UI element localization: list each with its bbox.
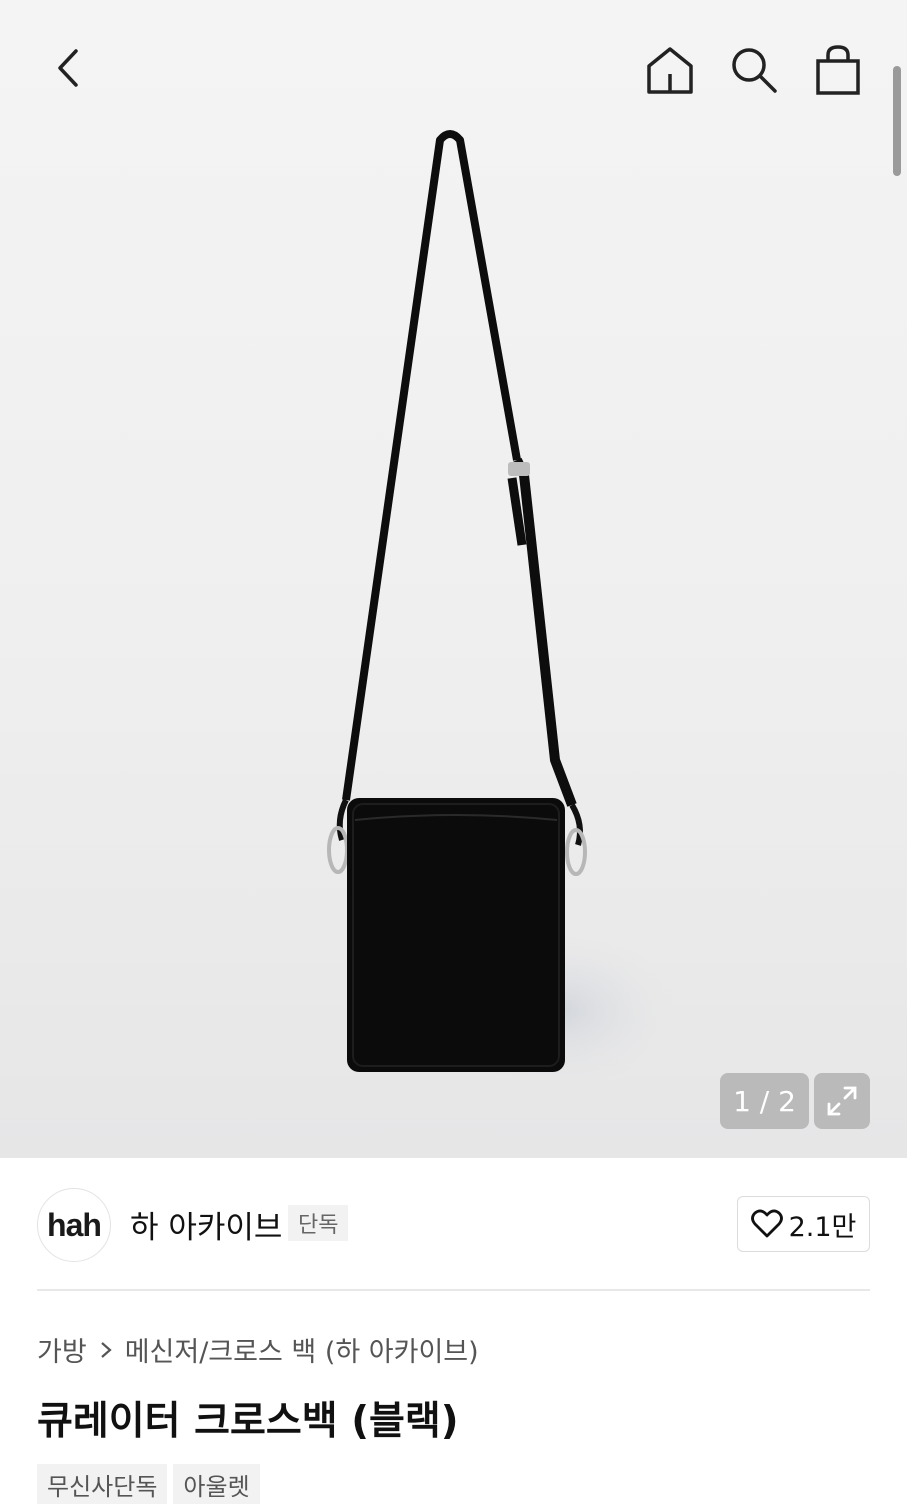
cart-button[interactable] xyxy=(808,40,868,100)
shopping-bag-icon xyxy=(816,45,860,95)
product-badges: 무신사단독 아울렛 xyxy=(37,1464,260,1504)
scrollbar[interactable] xyxy=(893,66,901,176)
expand-icon xyxy=(827,1086,857,1116)
breadcrumb-category[interactable]: 가방 xyxy=(37,1330,87,1369)
product-title: 큐레이터 크로스백 (블랙) xyxy=(37,1399,459,1444)
breadcrumb-subcategory[interactable]: 메신저/크로스 백 (하 아카이브) xyxy=(125,1330,479,1369)
chevron-left-icon xyxy=(58,49,78,87)
back-button[interactable] xyxy=(40,40,96,96)
search-button[interactable] xyxy=(724,40,784,100)
search-icon xyxy=(732,48,777,93)
home-icon xyxy=(647,47,693,94)
heart-icon xyxy=(750,1209,783,1238)
brand-row: hah 하 아카이브 단독 2.1만 xyxy=(0,1158,907,1290)
breadcrumb: 가방 메신저/크로스 백 (하 아카이브) xyxy=(37,1330,479,1369)
product-image-gallery[interactable]: 1 / 2 xyxy=(0,0,907,1158)
exclusive-tag: 단독 xyxy=(288,1205,349,1241)
badge-outlet: 아울렛 xyxy=(173,1464,260,1504)
like-count: 2.1만 xyxy=(788,1211,857,1243)
top-navigation-bar xyxy=(0,0,907,140)
badge-musinsa-exclusive: 무신사단독 xyxy=(37,1464,168,1504)
like-button[interactable]: 2.1만 xyxy=(737,1196,870,1252)
chevron-right-icon xyxy=(99,1340,113,1360)
brand-name-link[interactable]: 하 아카이브 xyxy=(130,1202,282,1247)
divider xyxy=(37,1289,870,1291)
brand-logo[interactable]: hah xyxy=(37,1188,111,1262)
expand-image-button[interactable] xyxy=(814,1073,870,1129)
home-button[interactable] xyxy=(640,40,700,100)
product-image xyxy=(327,130,680,1090)
image-counter: 1 / 2 xyxy=(720,1073,809,1129)
